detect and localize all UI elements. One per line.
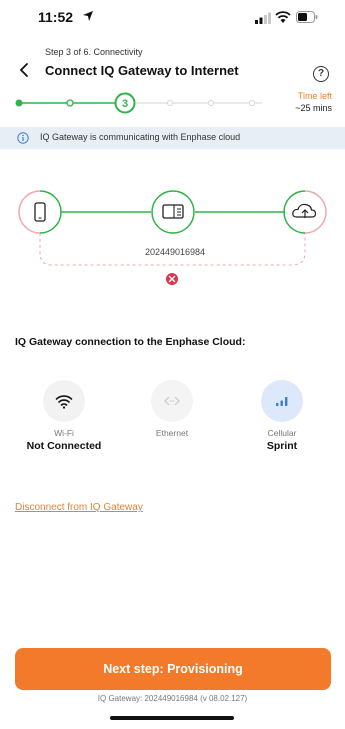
back-button[interactable] [14, 59, 34, 81]
error-icon [166, 273, 178, 285]
chevron-left-icon [19, 63, 28, 77]
cellular-option[interactable]: Cellular Sprint [237, 380, 327, 452]
step-2-dot [66, 99, 74, 107]
step-1-dot [15, 99, 23, 107]
time-left-label: Time left [297, 91, 332, 101]
page-title: Connect IQ Gateway to Internet [45, 63, 239, 78]
footer-gateway-info: IQ Gateway: 202449016984 (v 08.02.127) [97, 694, 248, 703]
cellular-status: Sprint [266, 440, 298, 452]
step-5-dot [208, 100, 214, 106]
home-indicator [110, 716, 234, 720]
connection-section-title: IQ Gateway connection to the Enphase Clo… [15, 336, 246, 348]
next-step-button[interactable]: Next step: Provisioning [15, 648, 331, 690]
wifi-status-icon [275, 11, 291, 23]
cellular-icon [261, 380, 303, 422]
help-icon[interactable]: ? [313, 66, 329, 82]
cloud-node [283, 190, 327, 234]
status-bar: 11:52 [0, 0, 345, 36]
info-banner-text: IQ Gateway is communicating with Enphase… [40, 132, 241, 142]
battery-icon [296, 11, 318, 23]
location-arrow-icon [83, 11, 93, 21]
gateway-node [151, 190, 195, 234]
gateway-serial: 202449016984 [144, 247, 206, 257]
cellular-label: Cellular [267, 428, 297, 438]
info-icon [17, 132, 29, 144]
current-step-number: 3 [122, 98, 128, 110]
cellular-signal-icon [255, 12, 271, 24]
disconnect-link[interactable]: Disconnect from IQ Gateway [15, 502, 143, 513]
step-4-dot [167, 100, 173, 106]
phone-node [18, 190, 62, 234]
wifi-label: Wi-Fi [54, 428, 74, 438]
ethernet-icon [151, 380, 193, 422]
ethernet-label: Ethernet [155, 428, 189, 438]
wifi-icon [43, 380, 85, 422]
connection-diagram [18, 190, 327, 285]
step-label: Step 3 of 6. Connectivity [45, 47, 143, 57]
step-6-dot [249, 100, 255, 106]
ethernet-option[interactable]: Ethernet [127, 380, 217, 440]
wifi-status: Not Connected [26, 440, 102, 452]
status-time: 11:52 [38, 9, 74, 25]
time-left-value: ~25 mins [295, 103, 332, 113]
wifi-option[interactable]: Wi-Fi Not Connected [19, 380, 109, 452]
